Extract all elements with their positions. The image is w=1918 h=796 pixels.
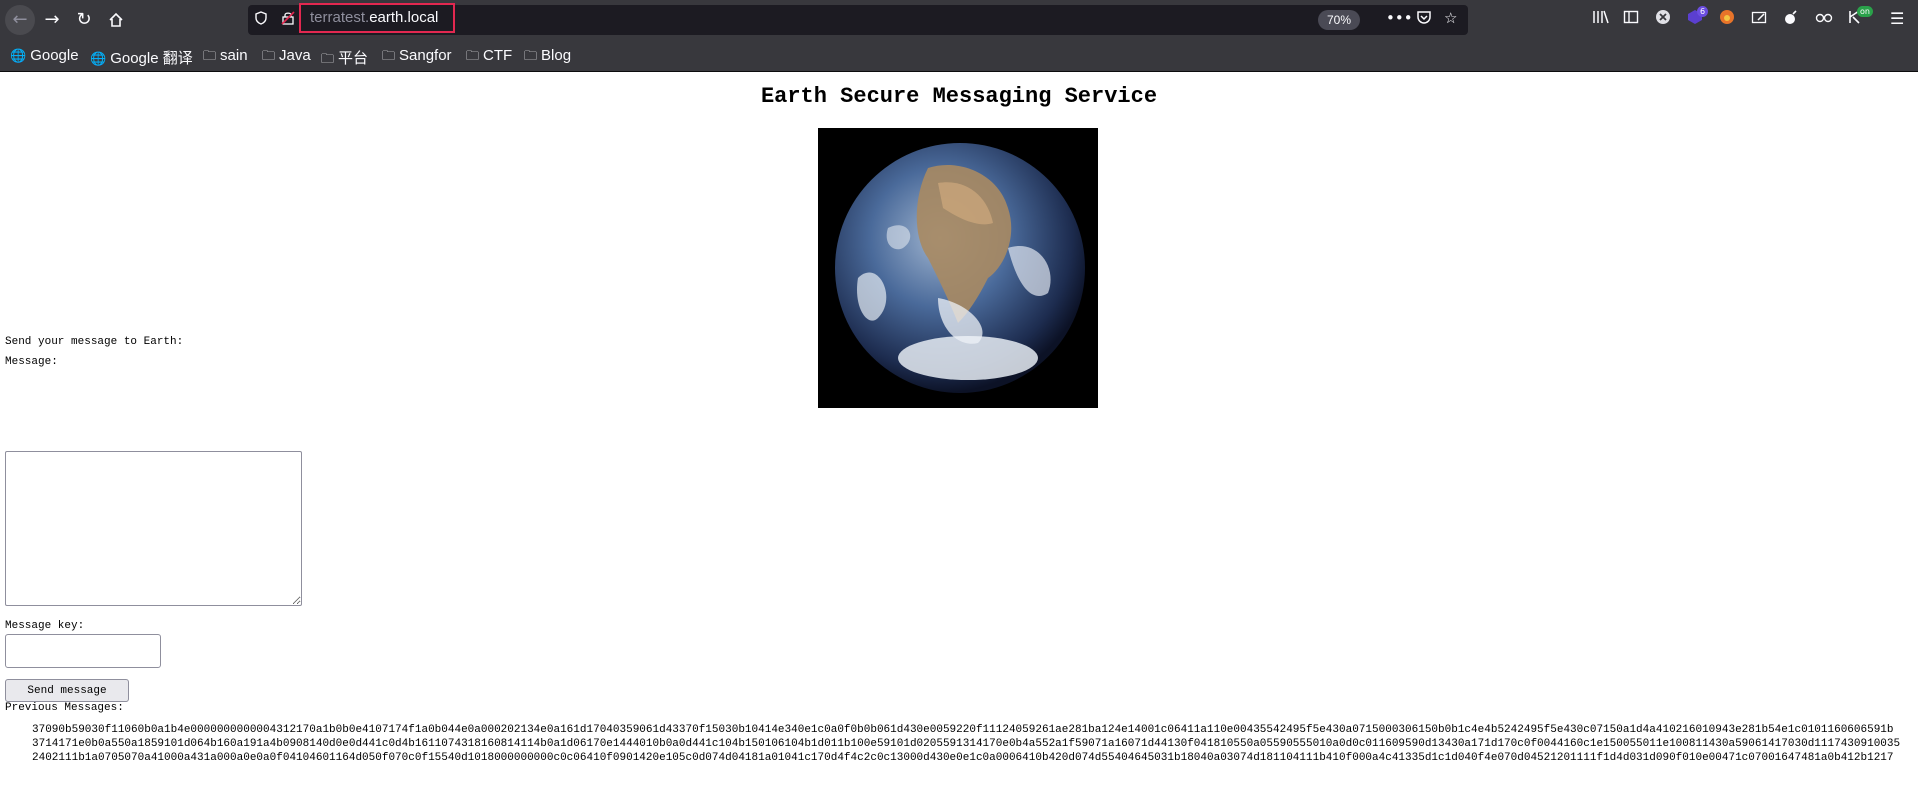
message-label: Message: — [5, 356, 58, 368]
bookmark-folder-blog[interactable]: 🗀 Blog — [524, 47, 571, 69]
message-key-input[interactable] — [5, 634, 161, 668]
send-prompt: Send your message to Earth: — [5, 336, 184, 348]
library-icon[interactable] — [1592, 9, 1610, 29]
back-icon[interactable]: ← — [5, 5, 35, 35]
bookmark-google[interactable]: 🌐 Google — [10, 47, 79, 64]
send-message-button[interactable]: Send message — [5, 679, 129, 702]
previous-messages-list: 37090b59030f11060b0a1b4e0000000000004312… — [0, 723, 1918, 765]
message-key-label: Message key: — [5, 620, 85, 632]
bookmark-folder-platform[interactable]: 🗀 平台 — [321, 47, 368, 72]
sidebar-icon[interactable] — [1623, 9, 1639, 29]
bookmark-folder-sangfor[interactable]: 🗀 Sangfor — [382, 47, 452, 69]
browser-toolbar: ← → ↻ terratest.earth.local 70% ••• ☆ 6 — [0, 0, 1918, 40]
zoom-level[interactable]: 70% — [1318, 10, 1360, 30]
list-item: 3714171e0b0a550a1859101d064b160a191a4b09… — [32, 737, 1918, 751]
url-subdomain: terratest. — [310, 9, 370, 26]
bookmark-folder-java[interactable]: 🗀 Java — [262, 47, 311, 69]
bookmark-folder-ctf[interactable]: 🗀 CTF — [466, 47, 512, 69]
extension-x-icon[interactable] — [1655, 9, 1671, 29]
extension-fox-icon[interactable] — [1719, 9, 1735, 29]
bookmark-folder-sain[interactable]: 🗀 sain — [203, 47, 248, 69]
bookmarks-bar: 🌐 Google 🌐 Google 翻译 🗀 sain 🗀 Java 🗀 平台 🗀 Sang… — [0, 40, 1918, 71]
hamburger-menu-icon[interactable]: ☰ — [1890, 9, 1904, 28]
previous-messages-label: Previous Messages: — [5, 702, 124, 714]
earth-image — [818, 128, 1098, 408]
extension-on-badge: on — [1857, 6, 1873, 17]
extension-bomb-icon[interactable] — [1783, 9, 1799, 29]
forward-icon[interactable]: → — [37, 5, 67, 35]
bookmark-star-icon[interactable]: ☆ — [1444, 9, 1457, 27]
folder-icon: 🗀 — [466, 48, 480, 63]
pocket-icon[interactable] — [1416, 9, 1432, 29]
reload-icon[interactable]: ↻ — [69, 5, 99, 35]
folder-icon: 🗀 — [524, 48, 538, 63]
folder-icon: 🗀 — [321, 51, 335, 66]
folder-icon: 🗀 — [203, 48, 217, 63]
home-icon[interactable] — [101, 5, 131, 35]
list-item: 2402111b1a0705070a41000a431a000a0e0a0f04… — [32, 751, 1918, 765]
insecure-lock-icon[interactable] — [281, 11, 295, 29]
bookmark-google-translate[interactable]: 🌐 Google 翻译 — [90, 47, 193, 68]
page-title: Earth Secure Messaging Service — [760, 84, 1158, 109]
extension-edit-icon[interactable] — [1751, 9, 1767, 29]
url-domain: earth.local — [369, 9, 439, 26]
tracking-shield-icon[interactable] — [255, 11, 267, 29]
globe-icon: 🌐 — [90, 51, 107, 66]
globe-icon: 🌐 — [10, 48, 27, 63]
folder-icon: 🗀 — [262, 48, 276, 63]
page-content: Earth Secure Messaging Service Send your… — [0, 72, 1918, 796]
list-item: 37090b59030f11060b0a1b4e0000000000004312… — [32, 723, 1918, 737]
more-actions-icon[interactable]: ••• — [1386, 9, 1413, 27]
folder-icon: 🗀 — [382, 48, 396, 63]
extension-badge: 6 — [1697, 6, 1709, 17]
extension-glasses-icon[interactable] — [1815, 9, 1833, 29]
url-text[interactable]: terratest.earth.local — [310, 9, 438, 26]
message-textarea[interactable] — [5, 451, 302, 606]
